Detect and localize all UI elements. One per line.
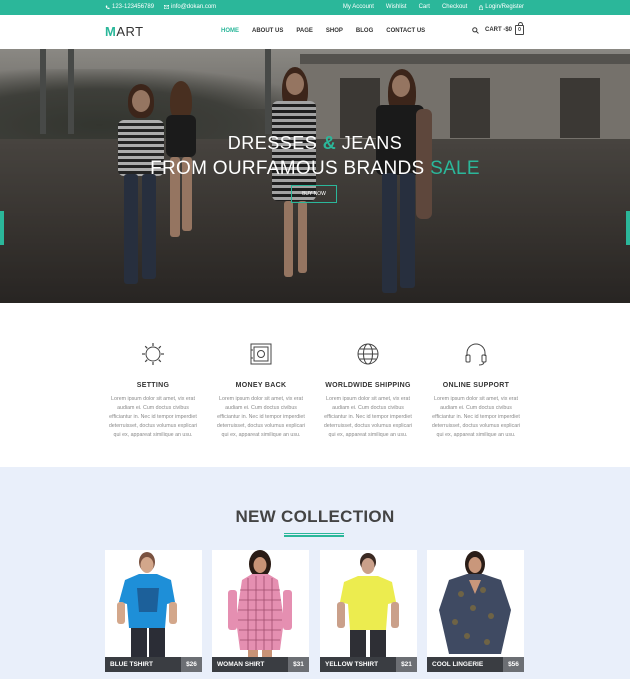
shopping-bag-icon: 0 <box>515 22 524 35</box>
logo-initial: M <box>105 24 117 39</box>
hero-next-arrow[interactable] <box>626 211 630 245</box>
globe-icon <box>357 343 379 365</box>
hero-headline: DRESSES & JEANS FROM OURFAMOUS BRANDS SA… <box>0 133 630 180</box>
gear-icon <box>142 343 164 365</box>
headset-icon <box>465 343 487 366</box>
product-label-bar: BLUE TSHIRT $26 <box>105 657 202 672</box>
top-bar: 123-123456789 info@dokan.com My Account … <box>0 0 630 15</box>
search-icon[interactable] <box>472 26 479 34</box>
safe-icon <box>250 343 272 365</box>
product-price: $26 <box>181 657 202 672</box>
product-image <box>337 553 399 657</box>
feature-online-support: ONLINE SUPPORT Lorem ipsum dolor sit ame… <box>428 341 524 440</box>
phone-contact[interactable]: 123-123456789 <box>105 4 154 10</box>
feature-title: MONEY BACK <box>235 382 287 389</box>
hero-banner: DRESSES & JEANS FROM OURFAMOUS BRANDS SA… <box>0 49 630 303</box>
feature-description: Lorem ipsum dolor sit amet, vix erat aud… <box>431 396 521 438</box>
title-underline <box>284 533 344 537</box>
email-contact[interactable]: info@dokan.com <box>164 4 216 10</box>
product-image <box>117 552 177 657</box>
new-collection-section: NEW COLLECTION BLUE TSHIRT $26 WOMAN SHI… <box>0 467 630 679</box>
logo-rest: ART <box>116 24 144 39</box>
product-price: $21 <box>396 657 417 672</box>
email-address: info@dokan.com <box>171 4 217 10</box>
link-cart[interactable]: Cart <box>419 4 430 10</box>
phone-icon <box>105 5 110 9</box>
nav-shop[interactable]: SHOP <box>326 28 343 34</box>
product-price: $31 <box>288 657 309 672</box>
product-name: WOMAN SHIRT <box>217 661 265 668</box>
product-price: $56 <box>503 657 524 672</box>
cart-button[interactable]: CART -$0 0 <box>484 22 524 35</box>
feature-title: ONLINE SUPPORT <box>442 382 510 389</box>
hero-line2-part: FROM OURFAMOUS BRANDS <box>150 158 431 179</box>
feature-description: Lorem ipsum dolor sit amet, vix erat aud… <box>216 396 306 438</box>
link-login-register[interactable]: Login/Register <box>479 4 524 10</box>
nav-contact-us[interactable]: CONTACT US <box>386 28 425 34</box>
section-title: NEW COLLECTION <box>235 507 395 526</box>
product-label-bar: YELLOW TSHIRT $21 <box>320 657 417 672</box>
hero-line-1: DRESSES & JEANS <box>0 133 630 154</box>
feature-title: WORLDWIDE SHIPPING <box>325 382 411 389</box>
link-my-account[interactable]: My Account <box>343 4 374 10</box>
hero-line1-part: JEANS <box>336 133 403 153</box>
nav-page[interactable]: PAGE <box>296 28 313 34</box>
feature-description: Lorem ipsum dolor sit amet, vix erat aud… <box>108 396 198 438</box>
login-register-label: Login/Register <box>485 4 524 10</box>
feature-worldwide-shipping: WORLDWIDE SHIPPING Lorem ipsum dolor sit… <box>320 341 416 440</box>
site-logo[interactable]: MART <box>105 24 144 39</box>
nav-about-us[interactable]: ABOUT US <box>252 28 283 34</box>
cart-label: CART -$0 <box>484 27 512 33</box>
buy-now-button[interactable]: BUY NOW <box>291 185 337 203</box>
link-wishlist[interactable]: Wishlist <box>386 4 407 10</box>
main-nav: HOME ABOUT US PAGE SHOP BLOG CONTACT US <box>221 28 425 34</box>
product-card[interactable]: YELLOW TSHIRT $21 <box>320 550 417 672</box>
hero-ampersand: & <box>322 133 337 153</box>
features-section: SETTING Lorem ipsum dolor sit amet, vix … <box>0 303 630 467</box>
link-checkout[interactable]: Checkout <box>442 4 467 10</box>
hero-prev-arrow[interactable] <box>0 211 4 245</box>
feature-money-back: MONEY BACK Lorem ipsum dolor sit amet, v… <box>213 341 309 440</box>
phone-number: 123-123456789 <box>112 4 155 10</box>
feature-setting: SETTING Lorem ipsum dolor sit amet, vix … <box>105 341 201 440</box>
nav-blog[interactable]: BLOG <box>356 28 373 34</box>
hero-line1-part: DRESSES <box>227 133 323 153</box>
contact-info: 123-123456789 info@dokan.com <box>105 4 216 10</box>
feature-title: SETTING <box>136 382 170 389</box>
nav-home[interactable]: HOME <box>221 28 239 34</box>
envelope-icon <box>164 5 170 9</box>
cart-count: 0 <box>518 27 521 33</box>
product-name: BLUE TSHIRT <box>110 661 153 668</box>
feature-description: Lorem ipsum dolor sit amet, vix erat aud… <box>323 396 413 438</box>
product-name: YELLOW TSHIRT <box>325 661 379 668</box>
account-links: My Account Wishlist Cart Checkout Login/… <box>343 4 524 10</box>
header-tools: CART -$0 0 <box>472 22 524 35</box>
product-label-bar: COOL LINGERIE $56 <box>427 657 524 672</box>
product-image <box>228 550 292 657</box>
product-card[interactable]: BLUE TSHIRT $26 <box>105 550 202 672</box>
hero-line-2: FROM OURFAMOUS BRANDS SALE <box>0 158 630 180</box>
product-label-bar: WOMAN SHIRT $31 <box>212 657 309 672</box>
hero-sale-word: SALE <box>430 158 480 179</box>
site-header: MART HOME ABOUT US PAGE SHOP BLOG CONTAC… <box>0 15 630 49</box>
product-card[interactable]: WOMAN SHIRT $31 <box>212 550 309 672</box>
product-name: COOL LINGERIE <box>432 661 484 668</box>
product-card[interactable]: COOL LINGERIE $56 <box>427 550 524 672</box>
lock-icon <box>479 4 484 10</box>
product-image <box>439 551 511 654</box>
